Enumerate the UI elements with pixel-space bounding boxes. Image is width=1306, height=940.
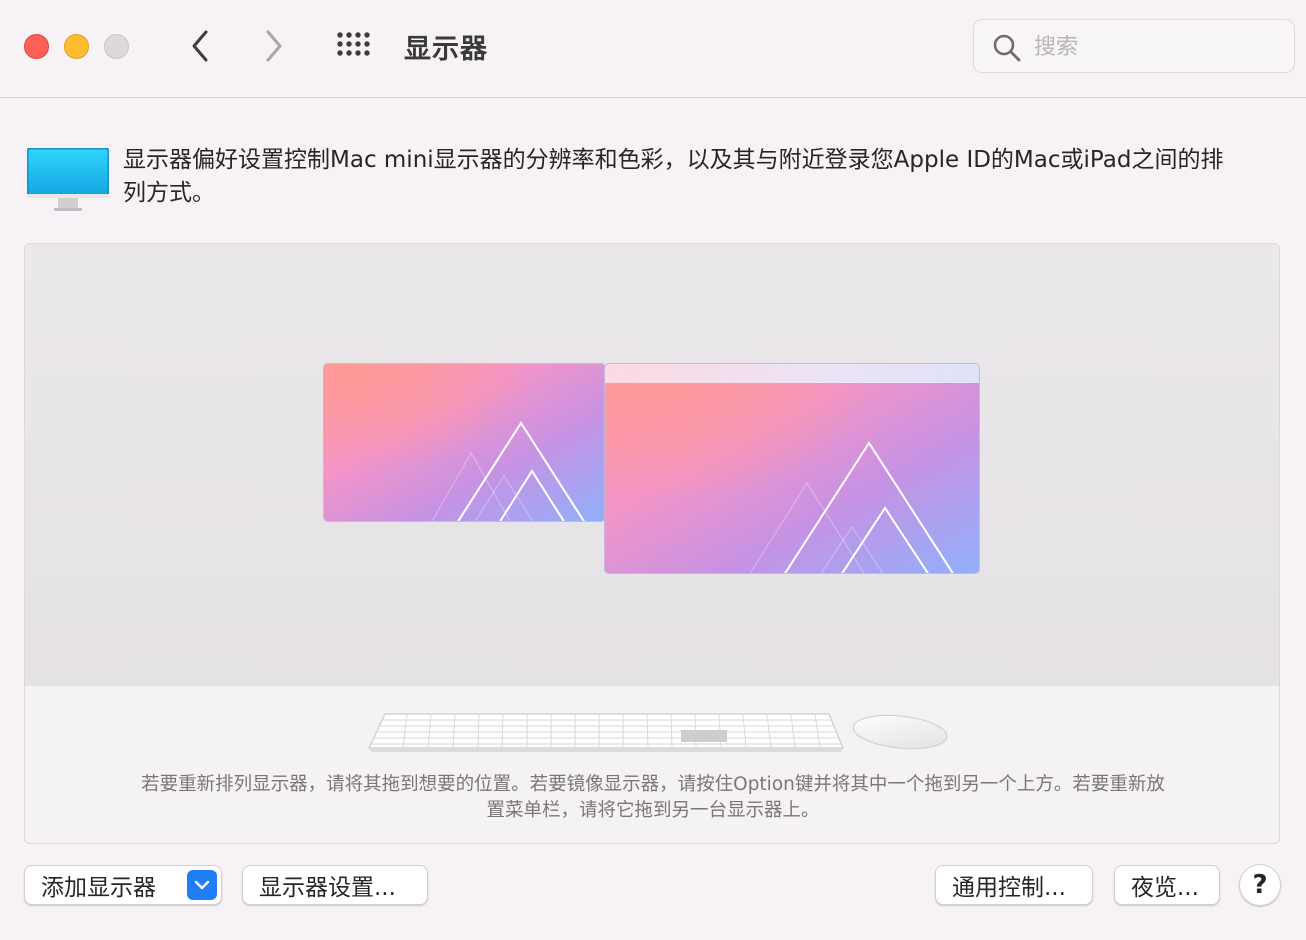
search-input[interactable] (1034, 30, 1284, 64)
window-title: 显示器 (404, 34, 488, 65)
display-settings-button[interactable]: 显示器设置... (242, 865, 428, 905)
arrangement-hint: 若要重新排列显示器，请将其拖到想要的位置。若要镜像显示器，请按住Option键并… (141, 774, 1165, 821)
description-text: 显示器偏好设置控制Mac mini显示器的分辨率和色彩，以及其与附近登录您App… (123, 147, 1224, 206)
display-arrangement-area: 若要重新排列显示器，请将其拖到想要的位置。若要镜像显示器，请按住Option键并… (24, 243, 1280, 844)
monitor-icon (27, 148, 109, 211)
chevron-right-icon (266, 30, 282, 62)
search-field[interactable] (973, 19, 1295, 73)
chevron-left-icon (192, 30, 208, 62)
add-display-popup[interactable]: 添加显示器 (24, 865, 222, 905)
keyboard-icon (367, 713, 845, 752)
search-icon (993, 34, 1021, 62)
universal-control-button[interactable]: 通用控制... (935, 865, 1093, 905)
arrangement-canvas (25, 244, 1279, 686)
close-button[interactable] (24, 34, 49, 59)
forward-button[interactable] (256, 26, 292, 66)
help-button[interactable]: ? (1239, 864, 1281, 906)
night-shift-button[interactable]: 夜览... (1114, 865, 1220, 905)
menu-bar-indicator[interactable] (605, 364, 979, 383)
display-2-main[interactable] (604, 363, 980, 574)
mouse-icon (852, 714, 948, 750)
show-all-button[interactable] (336, 31, 376, 61)
title-bar: 显示器 (0, 0, 1306, 98)
display-1[interactable] (323, 363, 606, 522)
chevron-down-icon (187, 870, 217, 900)
back-button[interactable] (182, 26, 218, 66)
minimize-button[interactable] (64, 34, 89, 59)
grid-icon (337, 32, 370, 56)
zoom-button[interactable] (104, 34, 129, 59)
add-display-label: 添加显示器 (41, 875, 156, 901)
